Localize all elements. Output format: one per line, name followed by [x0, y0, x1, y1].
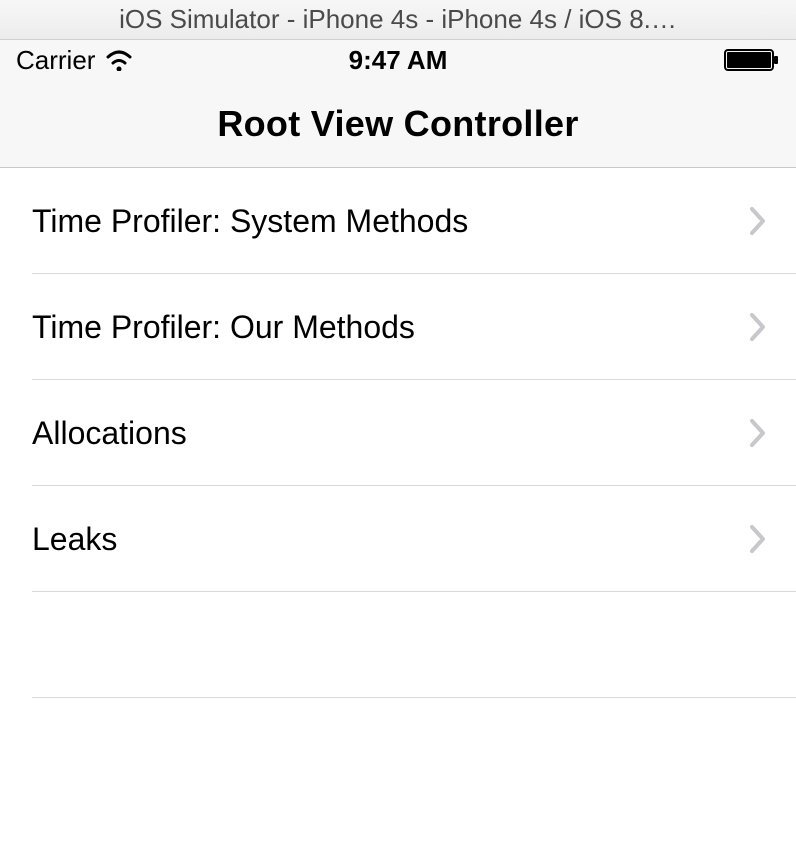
carrier-label: Carrier — [16, 45, 95, 76]
wifi-icon — [105, 49, 133, 71]
status-right — [724, 48, 780, 72]
chevron-right-icon — [748, 312, 768, 342]
chevron-right-icon — [748, 524, 768, 554]
status-bar: Carrier 9:47 AM — [0, 40, 796, 80]
status-time: 9:47 AM — [349, 45, 448, 76]
row-label: Leaks — [32, 521, 117, 558]
row-label: Time Profiler: System Methods — [32, 203, 468, 240]
window-title: iOS Simulator - iPhone 4s - iPhone 4s / … — [119, 4, 677, 35]
table-view: Time Profiler: System Methods Time Profi… — [0, 168, 796, 698]
row-empty[interactable] — [0, 592, 796, 698]
row-time-profiler-our[interactable]: Time Profiler: Our Methods — [0, 274, 796, 380]
chevron-right-icon — [748, 206, 768, 236]
row-time-profiler-system[interactable]: Time Profiler: System Methods — [0, 168, 796, 274]
page-title: Root View Controller — [217, 103, 578, 145]
battery-icon — [724, 48, 780, 72]
row-label: Allocations — [32, 415, 187, 452]
row-label: Time Profiler: Our Methods — [32, 309, 415, 346]
navigation-bar: Root View Controller — [0, 80, 796, 168]
row-leaks[interactable]: Leaks — [0, 486, 796, 592]
chevron-right-icon — [748, 418, 768, 448]
row-allocations[interactable]: Allocations — [0, 380, 796, 486]
status-left: Carrier — [16, 45, 133, 76]
window-titlebar: iOS Simulator - iPhone 4s - iPhone 4s / … — [0, 0, 796, 40]
